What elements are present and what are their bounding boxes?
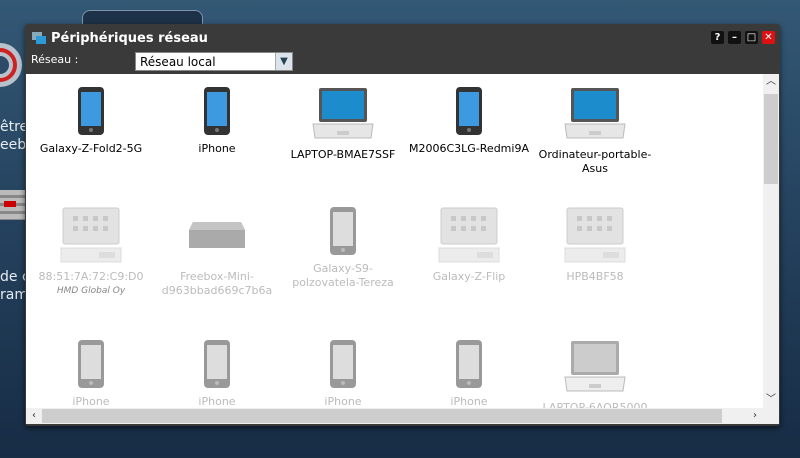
- network-select[interactable]: Réseau local ▼: [135, 52, 293, 71]
- phone-icon: [280, 339, 406, 389]
- device-name: Galaxy-Z-Flip: [432, 270, 506, 283]
- device-item[interactable]: iPhone: [28, 339, 154, 409]
- device-name: LAPTOP-BMAE7SSF: [290, 148, 396, 161]
- chevron-down-icon[interactable]: ▼: [275, 53, 292, 70]
- maximize-button[interactable]: □: [745, 31, 758, 44]
- scroll-left-icon[interactable]: ‹: [26, 408, 42, 424]
- desktop-icon: [406, 206, 532, 264]
- device-name: iPhone: [198, 395, 236, 408]
- device-name: iPhone: [198, 142, 236, 155]
- gear-icon: [0, 43, 22, 87]
- device-item[interactable]: Freebox-Mini-d963bbad669c7b6a: [154, 206, 280, 298]
- background-text: ram: [0, 287, 28, 303]
- phone-icon: [406, 339, 532, 389]
- device-name: Ordinateur-portable-Asus: [538, 148, 652, 175]
- close-button[interactable]: ✕: [762, 31, 775, 44]
- device-item[interactable]: Galaxy-Z-Flip: [406, 206, 532, 284]
- laptop-icon: [532, 86, 658, 142]
- device-item[interactable]: M2006C3LG-Redmi9A: [406, 86, 532, 156]
- scrollbar-corner: [763, 408, 779, 424]
- minimize-button[interactable]: –: [728, 31, 741, 44]
- phone-icon: [28, 86, 154, 136]
- device-name: M2006C3LG-Redmi9A: [409, 142, 529, 155]
- device-item[interactable]: Ordinateur-portable-Asus: [532, 86, 658, 176]
- background-text: eeb: [0, 137, 27, 153]
- background-text: être: [0, 119, 29, 135]
- desktop-icon: [532, 206, 658, 264]
- device-item[interactable]: HPB4BF58: [532, 206, 658, 284]
- device-item[interactable]: iPhone: [280, 339, 406, 409]
- phone-icon: [154, 86, 280, 136]
- device-item[interactable]: LAPTOP-6AOR5000: [532, 339, 658, 415]
- device-name: Galaxy-Z-Fold2-5G: [39, 142, 143, 155]
- device-item[interactable]: iPhone: [154, 86, 280, 156]
- device-item[interactable]: Galaxy-Z-Fold2-5G: [28, 86, 154, 156]
- help-button[interactable]: ?: [711, 31, 724, 44]
- vertical-scrollbar-thumb[interactable]: [764, 94, 778, 184]
- phone-icon: [28, 339, 154, 389]
- device-name: iPhone: [450, 395, 488, 408]
- router-icon: [154, 206, 280, 264]
- device-name: Freebox-Mini-d963bbad669c7b6a: [161, 270, 273, 297]
- phone-icon: [406, 86, 532, 136]
- horizontal-scrollbar[interactable]: ‹ ›: [26, 408, 763, 424]
- device-item[interactable]: Galaxy-S9-polzovatela-Tereza: [280, 206, 406, 290]
- laptop-icon: [280, 86, 406, 142]
- network-label: Réseau :: [31, 53, 79, 66]
- network-devices-window: Périphériques réseau ? – □ ✕ Réseau : Ré…: [25, 24, 780, 426]
- scroll-up-icon[interactable]: ︿: [763, 74, 779, 90]
- phone-icon: [154, 339, 280, 389]
- device-name: Galaxy-S9-polzovatela-Tereza: [292, 262, 394, 289]
- window-title: Périphériques réseau: [51, 30, 208, 46]
- scroll-down-icon[interactable]: ﹀: [763, 392, 779, 408]
- network-select-value: Réseau local: [140, 55, 216, 69]
- device-name: iPhone: [324, 395, 362, 408]
- background-app-icon: [0, 190, 25, 220]
- network-icon: [32, 32, 46, 44]
- desktop-icon: [28, 206, 154, 264]
- window-title-bar[interactable]: Périphériques réseau: [32, 29, 208, 47]
- device-name: 88:51:7A:72:C9:D0: [38, 270, 144, 283]
- device-list: Galaxy-Z-Fold2-5G iPhone LAPTOP-BMAE7SSF M2…: [26, 74, 779, 424]
- vertical-scrollbar[interactable]: ︿ ﹀: [763, 74, 779, 408]
- device-item[interactable]: 88:51:7A:72:C9:D0 HMD Global Oy: [28, 206, 154, 298]
- scroll-right-icon[interactable]: ›: [747, 408, 763, 424]
- device-item[interactable]: LAPTOP-BMAE7SSF: [280, 86, 406, 162]
- phone-icon: [280, 206, 406, 256]
- device-name: HPB4BF58: [566, 270, 624, 283]
- device-name: iPhone: [72, 395, 110, 408]
- laptop-icon: [532, 339, 658, 395]
- device-item[interactable]: iPhone: [406, 339, 532, 409]
- horizontal-scrollbar-thumb[interactable]: [42, 409, 722, 423]
- device-item[interactable]: iPhone: [154, 339, 280, 409]
- device-vendor: HMD Global Oy: [56, 286, 126, 296]
